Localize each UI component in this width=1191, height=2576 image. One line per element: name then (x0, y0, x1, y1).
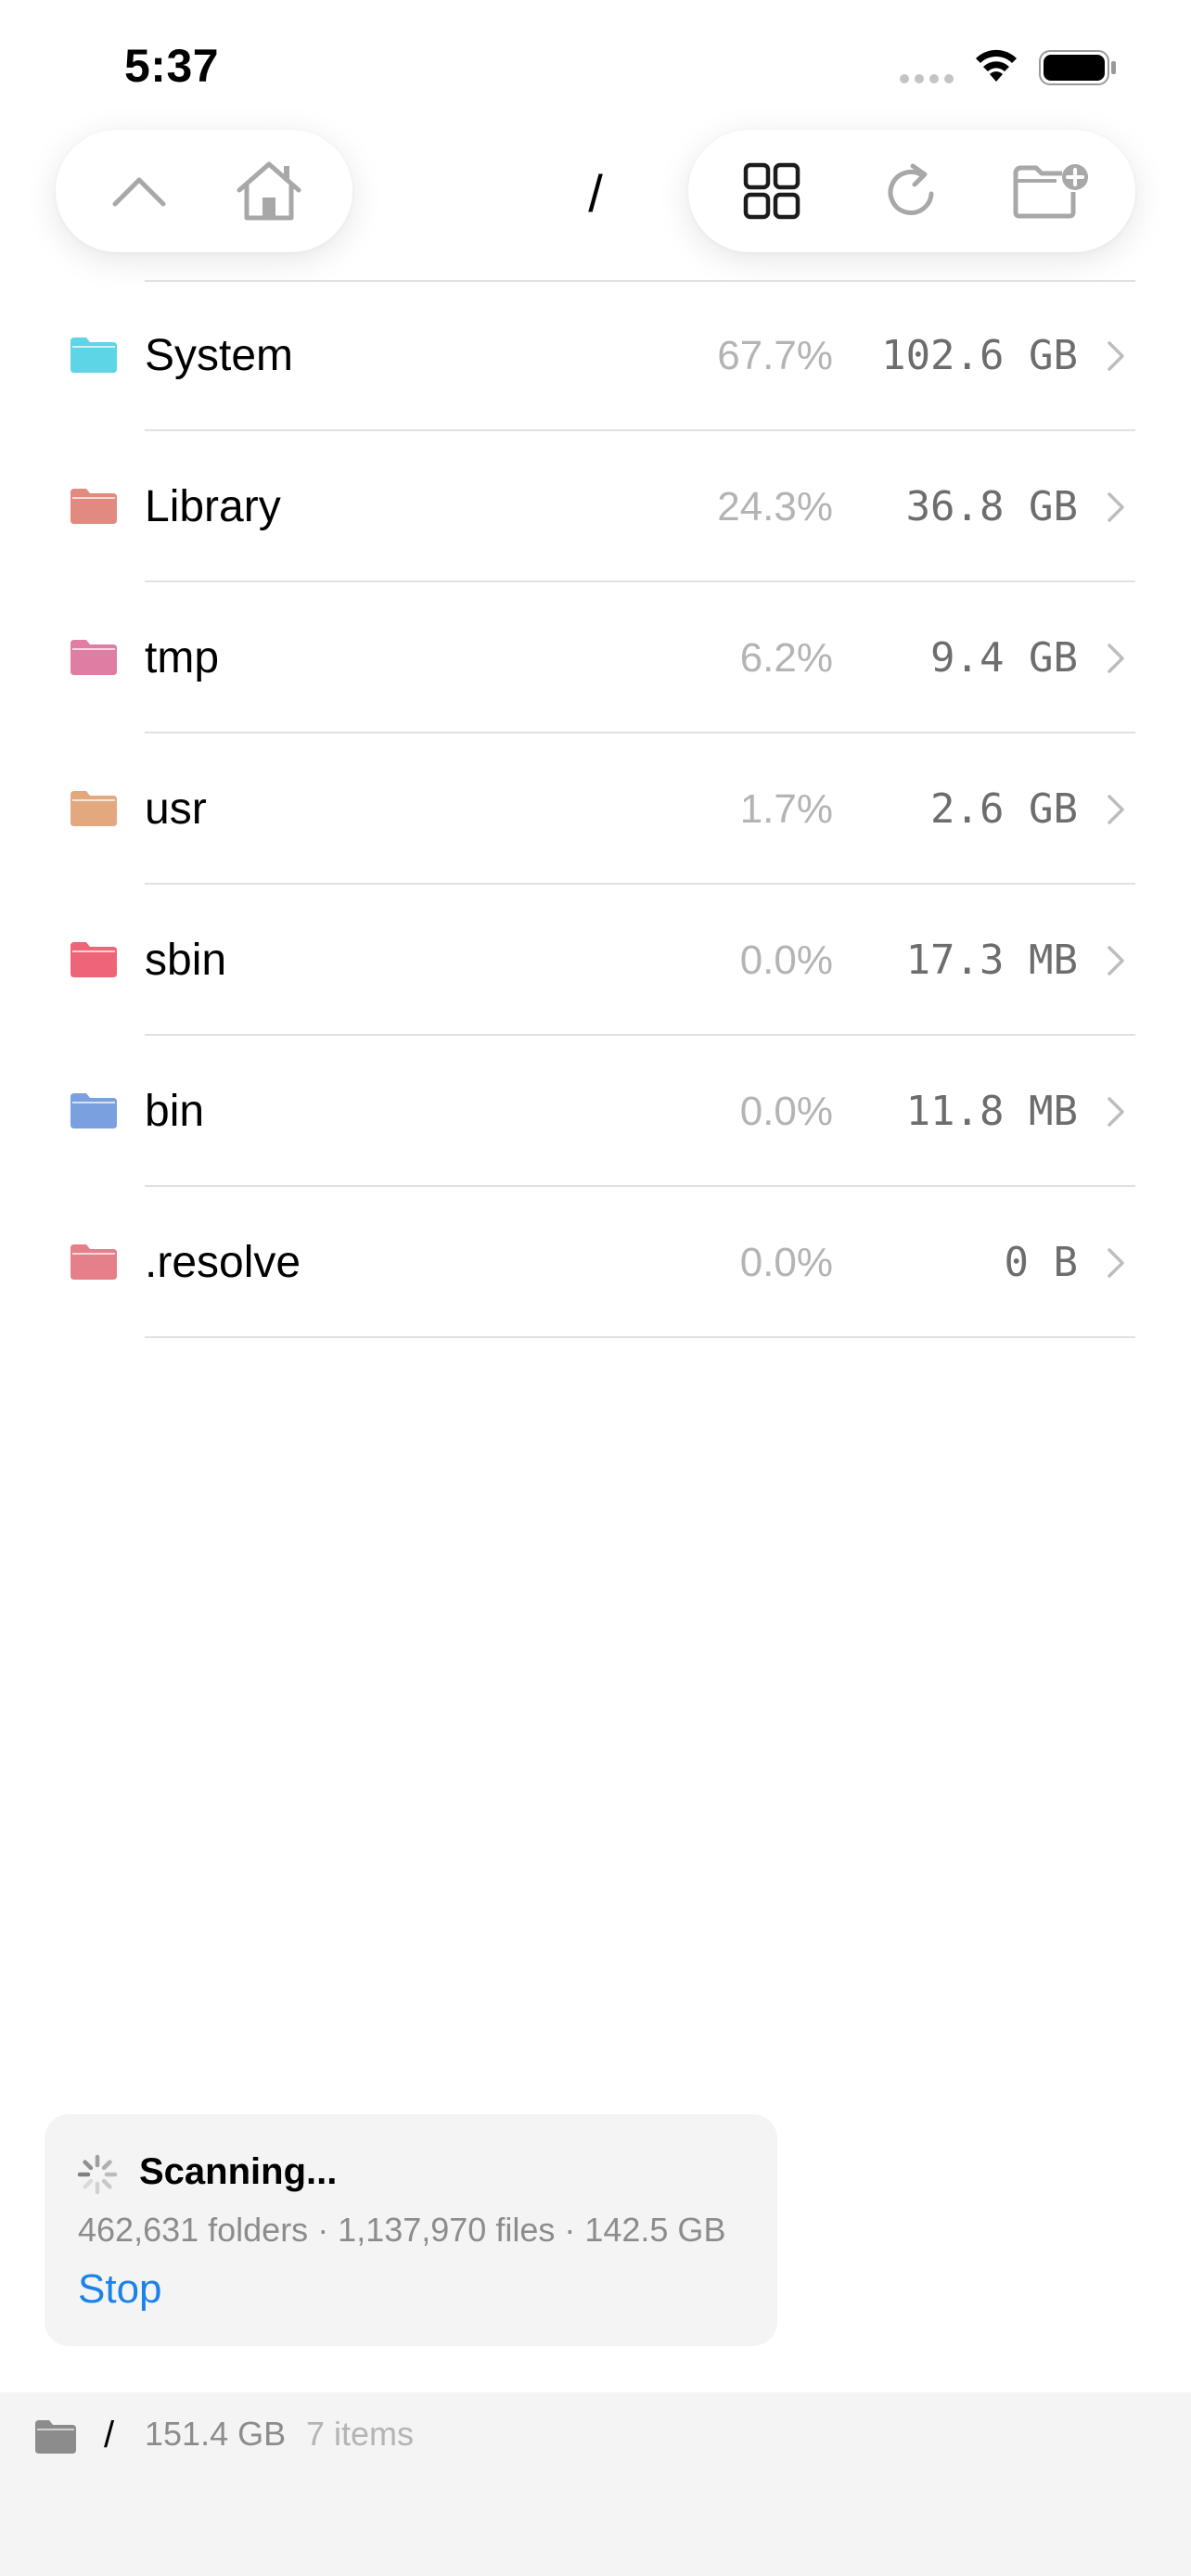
chevron-right-icon (1108, 1097, 1124, 1127)
folder-row-sbin[interactable]: sbin 0.0% 17.3 MB (0, 885, 1191, 1036)
folder-percent: 0.0% (739, 1239, 833, 1285)
folder-percent: 24.3% (717, 483, 833, 529)
refresh-button[interactable] (867, 147, 956, 236)
wifi-icon (976, 49, 1017, 82)
folder-icon (70, 489, 117, 524)
navigation-pill (56, 130, 352, 252)
folder-percent: 1.7% (739, 785, 833, 832)
up-chevron-icon (112, 177, 166, 207)
folder-row-usr[interactable]: usr 1.7% 2.6 GB (0, 733, 1191, 885)
folder-percent: 0.0% (739, 1088, 833, 1134)
folder-name: bin (145, 1087, 205, 1136)
folder-row-library[interactable]: Library 24.3% 36.8 GB (0, 431, 1191, 582)
folder-name: Library (145, 482, 281, 531)
folder-name: tmp (145, 633, 220, 682)
folder-percent: 67.7% (717, 332, 833, 378)
folder-icon (70, 640, 117, 675)
chevron-right-icon (1108, 644, 1124, 673)
scan-detail: 462,631 folders · 1,137,970 files · 142.… (78, 2211, 726, 2249)
chevron-right-icon (1108, 946, 1124, 976)
go-up-button[interactable] (95, 147, 184, 236)
folder-icon (70, 338, 117, 373)
folder-name: System (145, 331, 294, 380)
folder-name: usr (145, 784, 207, 834)
folder-row-resolve[interactable]: .resolve 0.0% 0 B (0, 1187, 1191, 1338)
scan-progress-card: Scanning... 462,631 folders · 1,137,970 … (45, 2114, 777, 2346)
footer-total-size: 151.4 GB (145, 2415, 287, 2453)
new-folder-button[interactable] (1007, 147, 1096, 236)
folder-size: 2.6 GB (930, 785, 1078, 833)
folder-size: 36.8 GB (905, 483, 1078, 530)
new-folder-icon (1013, 164, 1089, 219)
spinner-icon (77, 2154, 118, 2195)
footer-path: / (104, 2415, 115, 2455)
chevron-right-icon (1108, 492, 1124, 522)
scan-title: Scanning... (139, 2151, 338, 2192)
folder-row-tmp[interactable]: tmp 6.2% 9.4 GB (0, 582, 1191, 733)
status-bar: 5:37 (0, 0, 1191, 130)
folder-percent: 6.2% (739, 634, 833, 681)
folder-size: 102.6 GB (881, 332, 1078, 379)
actions-pill (688, 130, 1135, 252)
stop-scan-button[interactable]: Stop (78, 2266, 162, 2313)
folder-icon (70, 791, 117, 826)
folder-list: System 67.7% 102.6 GB Library 24.3% 36.8… (0, 280, 1191, 1338)
current-path-title: / (588, 164, 603, 223)
battery-icon (1039, 50, 1116, 85)
chevron-right-icon (1108, 1248, 1124, 1278)
chevron-right-icon (1108, 341, 1124, 371)
folder-size: 9.4 GB (930, 634, 1078, 682)
chevron-right-icon (1108, 795, 1124, 824)
cellular-signal-icon (900, 74, 954, 83)
folder-icon (35, 2420, 76, 2454)
folder-percent: 0.0% (739, 937, 833, 983)
folder-row-system[interactable]: System 67.7% 102.6 GB (0, 280, 1191, 431)
grid-view-icon (743, 162, 800, 220)
folder-icon (70, 942, 117, 977)
home-icon (237, 161, 301, 221)
refresh-icon (888, 163, 934, 215)
folder-name: sbin (145, 936, 227, 985)
folder-icon (70, 1244, 117, 1280)
folder-size: 11.8 MB (905, 1088, 1078, 1135)
status-time: 5:37 (124, 40, 220, 92)
folder-name: .resolve (145, 1238, 301, 1287)
view-mode-button[interactable] (727, 147, 816, 236)
folder-size: 17.3 MB (905, 937, 1078, 984)
folder-icon (70, 1093, 117, 1129)
footer-bar: / 151.4 GB 7 items (0, 2392, 1191, 2576)
home-button[interactable] (224, 147, 314, 236)
folder-size: 0 B (1004, 1239, 1078, 1286)
footer-item-count: 7 items (306, 2415, 415, 2453)
folder-row-bin[interactable]: bin 0.0% 11.8 MB (0, 1036, 1191, 1187)
